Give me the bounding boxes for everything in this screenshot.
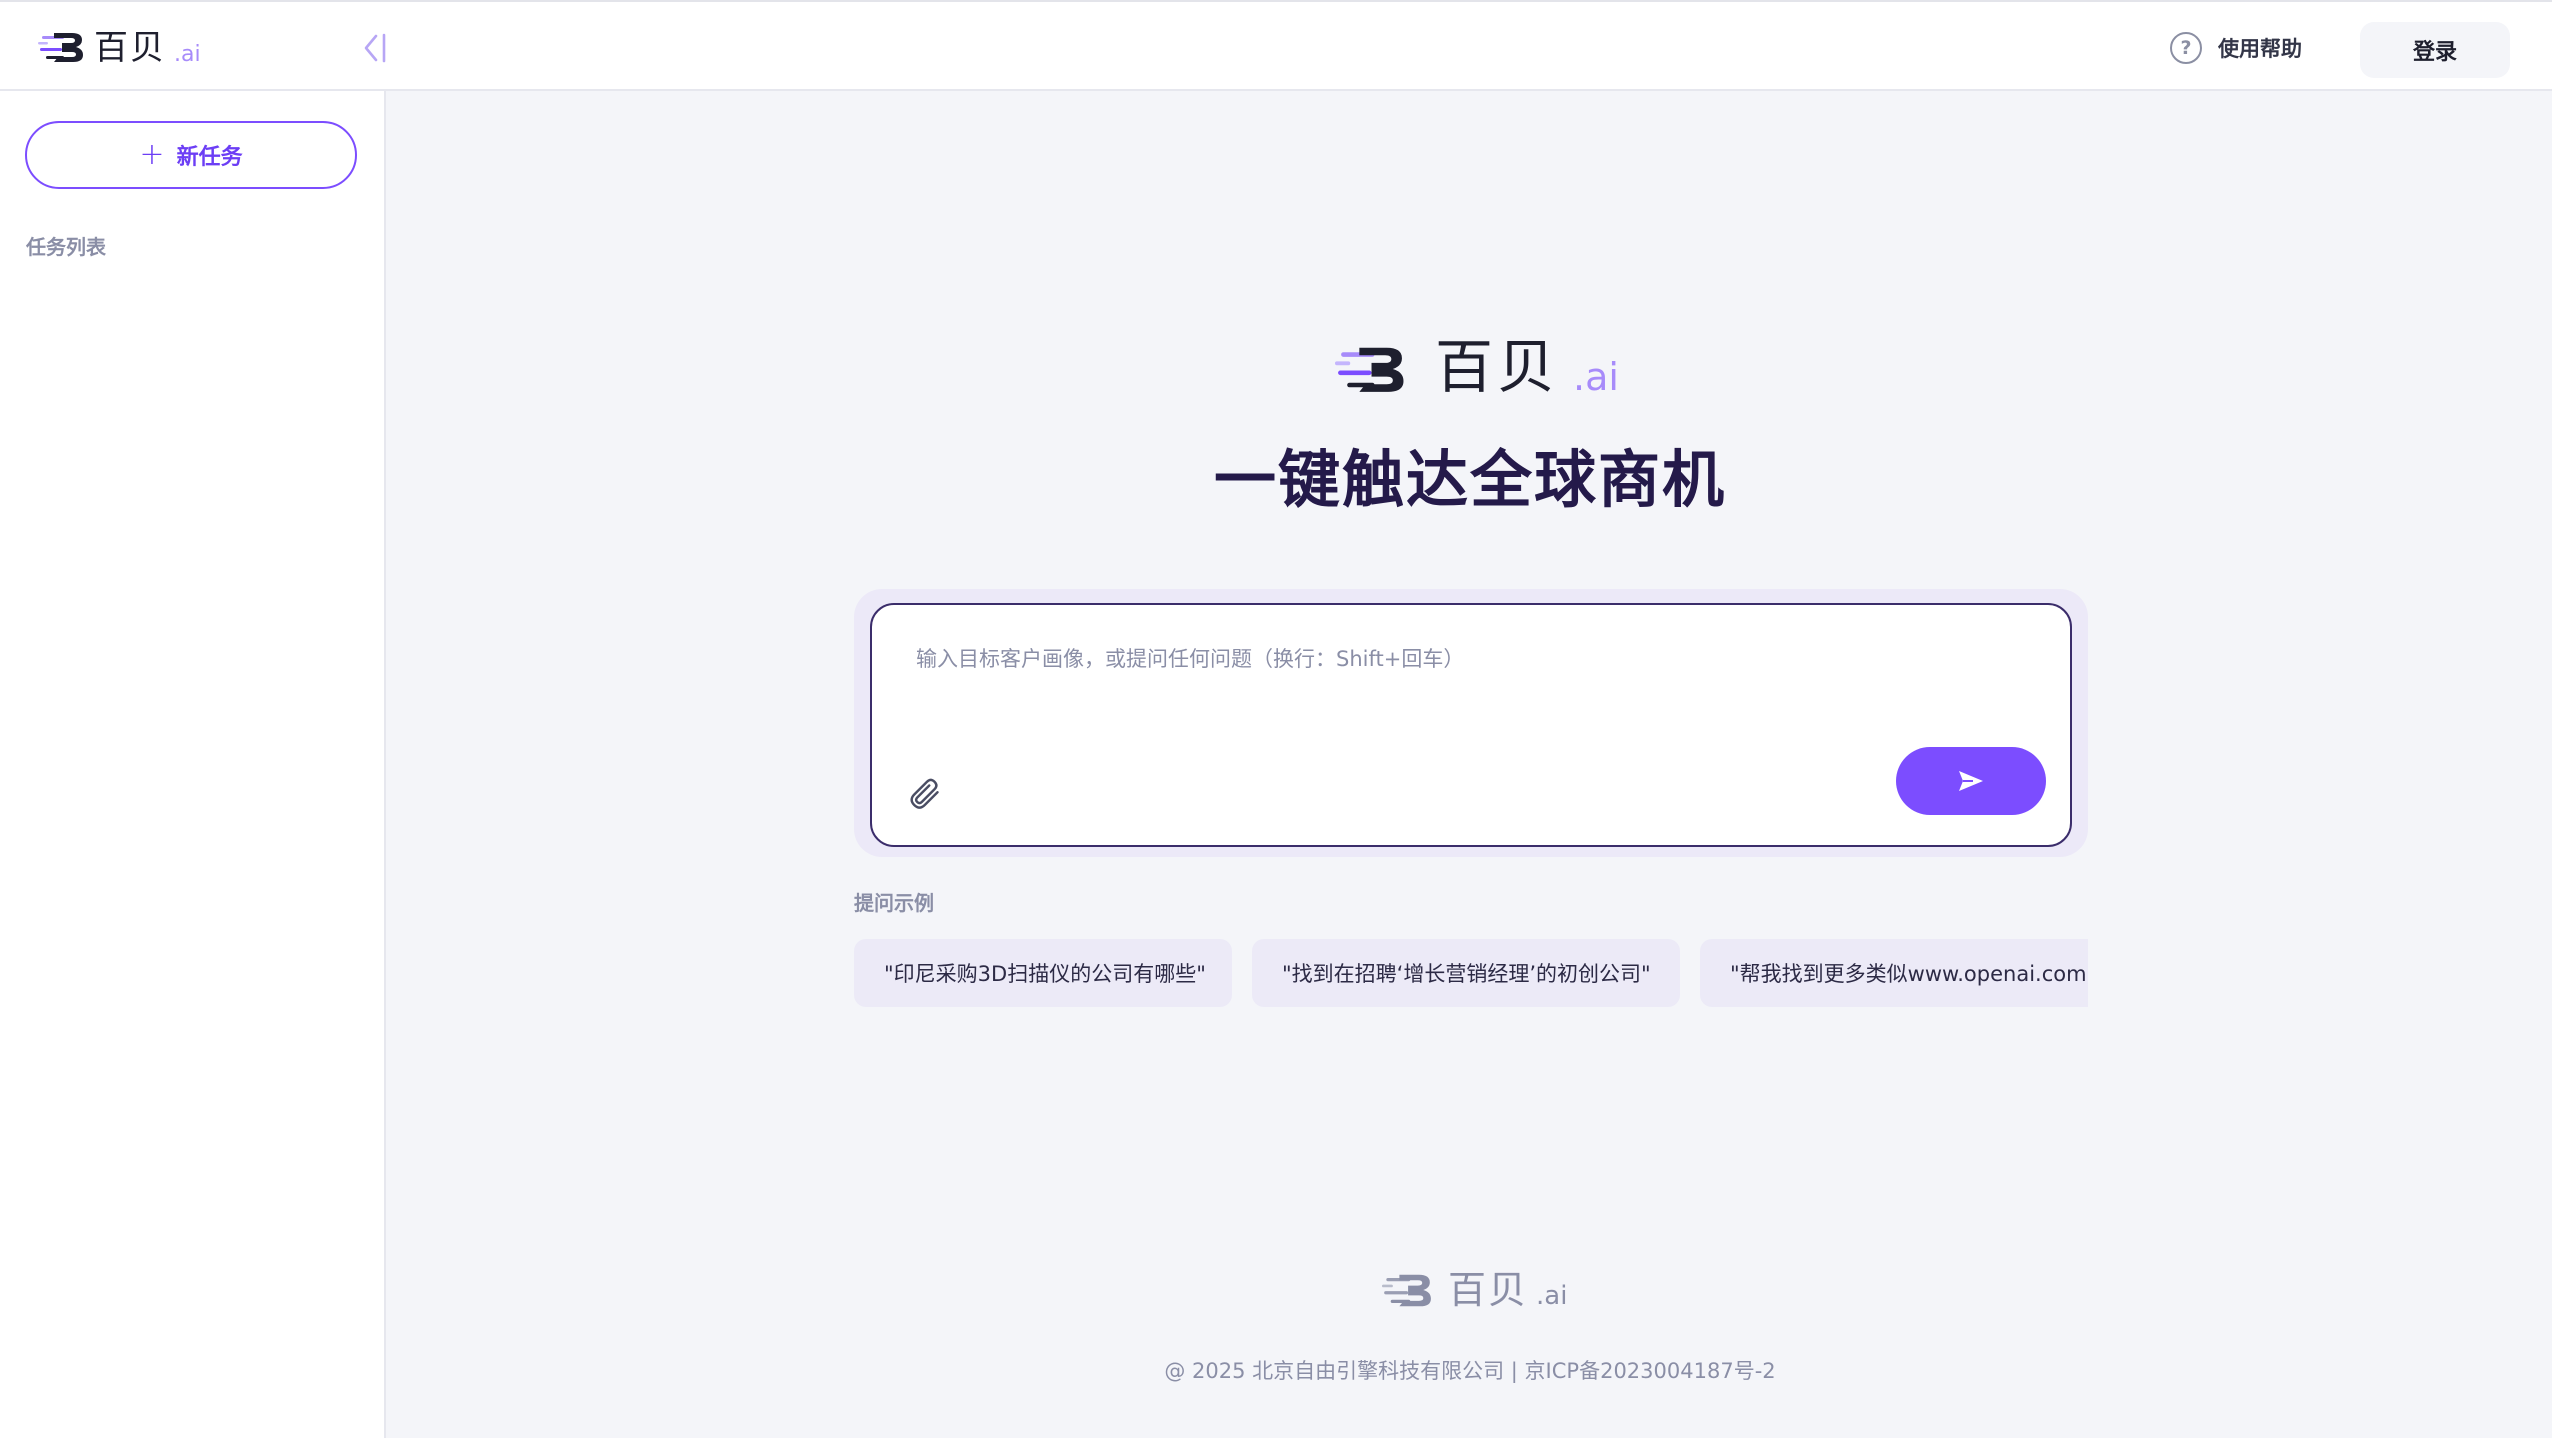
plus-icon: +	[139, 137, 165, 172]
paperclip-icon	[910, 778, 939, 809]
footer-brand-suffix: .ai	[1536, 1281, 1568, 1311]
brand-suffix: .ai	[174, 42, 201, 67]
send-button[interactable]	[1896, 747, 2046, 815]
examples-title: 提问示例	[854, 891, 934, 915]
brand-name: 百贝	[94, 28, 166, 68]
footer-logo: 百贝 .ai	[1382, 1269, 1567, 1311]
main-content: 百贝 .ai 一键触达全球商机 提问示例 "印尼采购3D扫描仪的公司有哪些" "…	[388, 93, 2552, 1438]
prompt-box	[870, 603, 2072, 847]
collapse-left-icon	[364, 33, 386, 63]
hero-logo: 百贝 .ai	[1335, 335, 1619, 399]
new-task-button[interactable]: + 新任务	[25, 121, 357, 189]
example-prompt-chip[interactable]: "印尼采购3D扫描仪的公司有哪些"	[854, 939, 1232, 1007]
sidebar: + 新任务 任务列表	[0, 91, 386, 1438]
footer-brand-name: 百贝	[1448, 1268, 1529, 1312]
new-task-label: 新任务	[176, 145, 243, 170]
hero-brand-suffix: .ai	[1573, 355, 1619, 399]
hero-brand-name: 百贝	[1435, 333, 1560, 401]
send-arrow-icon	[1959, 771, 1983, 791]
baibei-logo-icon	[1335, 347, 1404, 392]
top-bar: 百贝 .ai ? 使用帮助 登录	[0, 0, 2552, 91]
login-button[interactable]: 登录	[2360, 22, 2510, 78]
collapse-sidebar-button[interactable]	[360, 30, 390, 66]
prompt-input[interactable]	[916, 643, 2016, 723]
baibei-logo-icon	[38, 33, 83, 62]
slogan-heading: 一键触达全球商机	[1213, 443, 1726, 516]
question-circle-icon: ?	[2170, 32, 2202, 64]
example-prompt-chip[interactable]: "找到在招聘‘增长营销经理’的初创公司"	[1252, 939, 1680, 1007]
example-prompt-chip[interactable]: "帮我找到更多类似www.openai.com的公司"	[1700, 939, 2088, 1007]
example-prompts: "印尼采购3D扫描仪的公司有哪些" "找到在招聘‘增长营销经理’的初创公司" "…	[854, 939, 2088, 1007]
help-link[interactable]: ? 使用帮助	[2170, 30, 2302, 66]
prompt-panel	[854, 589, 2088, 857]
task-list-title: 任务列表	[26, 235, 106, 259]
baibei-logo-icon	[1382, 1274, 1431, 1307]
attach-file-button[interactable]	[906, 775, 946, 815]
footer-copyright: @ 2025 北京自由引擎科技有限公司 | 京ICP备2023004187号-2	[1164, 1359, 1776, 1383]
header-logo[interactable]: 百贝 .ai	[38, 28, 201, 68]
help-label: 使用帮助	[2218, 37, 2302, 61]
